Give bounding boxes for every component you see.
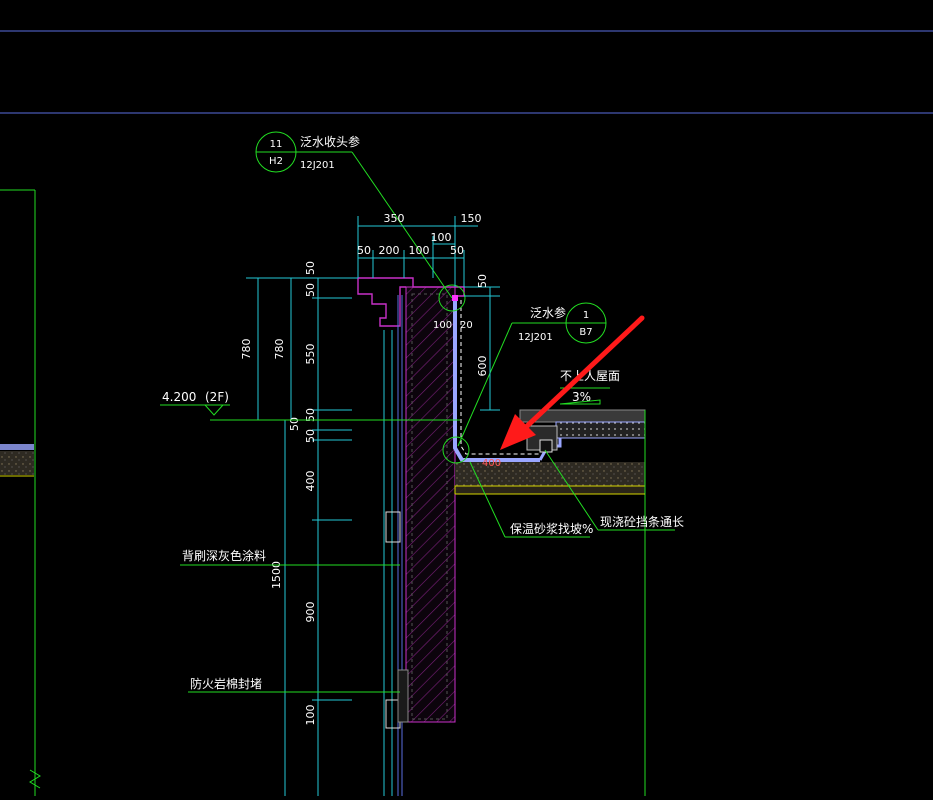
dim-350: 350 <box>384 212 405 225</box>
dim-v-900: 900 <box>304 602 317 623</box>
label-firestop: 防火岩棉封堵 <box>190 676 262 691</box>
callout-top-sheet: H2 <box>269 156 283 167</box>
curtain-wall <box>383 295 409 796</box>
dim-v-50a: 50 <box>304 261 317 275</box>
section-drawing: 11 H2 泛水收头参 12J201 1 B7 泛水参 12J201 350 1… <box>0 30 933 796</box>
level-elevation: 4.200 <box>162 390 196 404</box>
dim-v-550: 550 <box>304 344 317 365</box>
dim-100-top: 100 <box>431 231 452 244</box>
dim-seg-100: 100 <box>409 244 430 257</box>
dim-150: 150 <box>461 212 482 225</box>
callout-side-label: 泛水参 <box>530 305 566 320</box>
dim-v-50b: 50 <box>304 283 317 297</box>
label-strip: 现浇砼挡条通长 <box>600 515 684 529</box>
callout-top-label: 泛水收头参 <box>300 134 360 149</box>
dim-seg-50b: 50 <box>450 244 464 257</box>
label-paint: 背刷深灰色涂料 <box>182 548 266 563</box>
dim-780b: 780 <box>273 339 286 360</box>
dimension-left <box>246 277 358 796</box>
dim-v-50d: 50 <box>288 417 301 431</box>
dim-780a: 780 <box>240 339 253 360</box>
dim-v-50e: 50 <box>304 429 317 443</box>
label-roof: 不上人屋面 <box>560 369 620 383</box>
left-edge-detail <box>0 189 41 796</box>
dim-right-100: 100 <box>433 320 452 331</box>
paint-annotation: 背刷深灰色涂料 <box>180 548 400 566</box>
dim-right-20: 20 <box>460 320 473 331</box>
flashing-end-marker <box>452 295 458 301</box>
callout-top-number: 11 <box>270 139 283 150</box>
dim-400-base: 400 <box>482 458 501 469</box>
callout-side-sheet: B7 <box>579 327 592 338</box>
level-floor: (2F) <box>205 390 229 404</box>
dim-seg-50a: 50 <box>357 244 371 257</box>
callout-side-atlas: 12J201 <box>518 332 553 343</box>
firestop-annotation: 防火岩棉封堵 <box>188 676 400 693</box>
dim-600: 600 <box>476 356 489 377</box>
cad-viewport[interactable]: 11 H2 泛水收头参 12J201 1 B7 泛水参 12J201 350 1… <box>0 0 933 796</box>
dim-v-400: 400 <box>304 471 317 492</box>
dim-v-100: 100 <box>304 705 317 726</box>
dim-seg-200: 200 <box>379 244 400 257</box>
callout-top-atlas: 12J201 <box>300 160 335 171</box>
label-mortar: 保温砂浆找坡% <box>510 521 593 536</box>
callout-top: 11 H2 泛水收头参 12J201 <box>255 131 453 299</box>
callout-side-number: 1 <box>583 310 589 321</box>
dim-right-50: 50 <box>476 274 489 288</box>
